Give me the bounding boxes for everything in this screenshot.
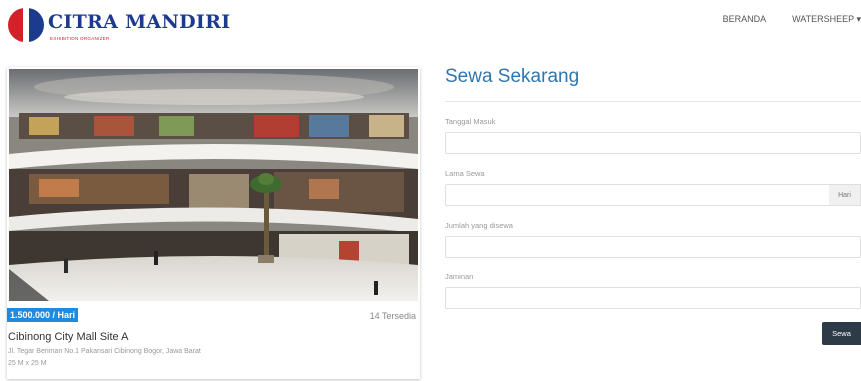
- tanggal-masuk-input[interactable]: [445, 132, 861, 154]
- venue-address: Jl. Tegar Beriman No.1 Pakansari Cibinon…: [8, 348, 201, 355]
- availability-count: 14 Tersedia: [369, 311, 416, 321]
- hari-addon: Hari: [829, 184, 861, 206]
- price-badge: 1.500.000 / Hari: [7, 308, 79, 322]
- label-jaminan: Jaminan: [445, 272, 474, 281]
- venue-card: 1.500.000 / Hari 14 Tersedia Cibinong Ci…: [7, 67, 420, 379]
- label-lama-sewa: Lama Sewa: [445, 169, 485, 178]
- logo-mark-icon: [8, 8, 44, 42]
- nav-beranda[interactable]: BERANDA: [723, 14, 767, 25]
- venue-size: 25 M x 25 M: [8, 360, 47, 367]
- venue-title: Cibinong City Mall Site A: [8, 331, 129, 343]
- brand-logo[interactable]: CITRA MANDIRI EXHIBITION ORGANIZER: [8, 6, 230, 46]
- sewa-button[interactable]: Sewa: [822, 322, 861, 345]
- nav-watersheep-dropdown[interactable]: WATERSHEEP ▾: [792, 14, 861, 25]
- lama-sewa-input[interactable]: [445, 184, 830, 206]
- label-tanggal-masuk: Tanggal Masuk: [445, 117, 496, 126]
- brand-tagline: EXHIBITION ORGANIZER: [50, 36, 110, 41]
- form-title: Sewa Sekarang: [445, 66, 580, 87]
- label-jumlah: Jumlah yang disewa: [445, 221, 513, 230]
- brand-name: CITRA MANDIRI: [48, 11, 231, 33]
- top-nav: BERANDA WATERSHEEP ▾: [697, 14, 861, 25]
- jumlah-input[interactable]: [445, 236, 861, 258]
- jaminan-input[interactable]: [445, 287, 861, 309]
- divider: [445, 101, 861, 102]
- venue-photo: [9, 69, 418, 301]
